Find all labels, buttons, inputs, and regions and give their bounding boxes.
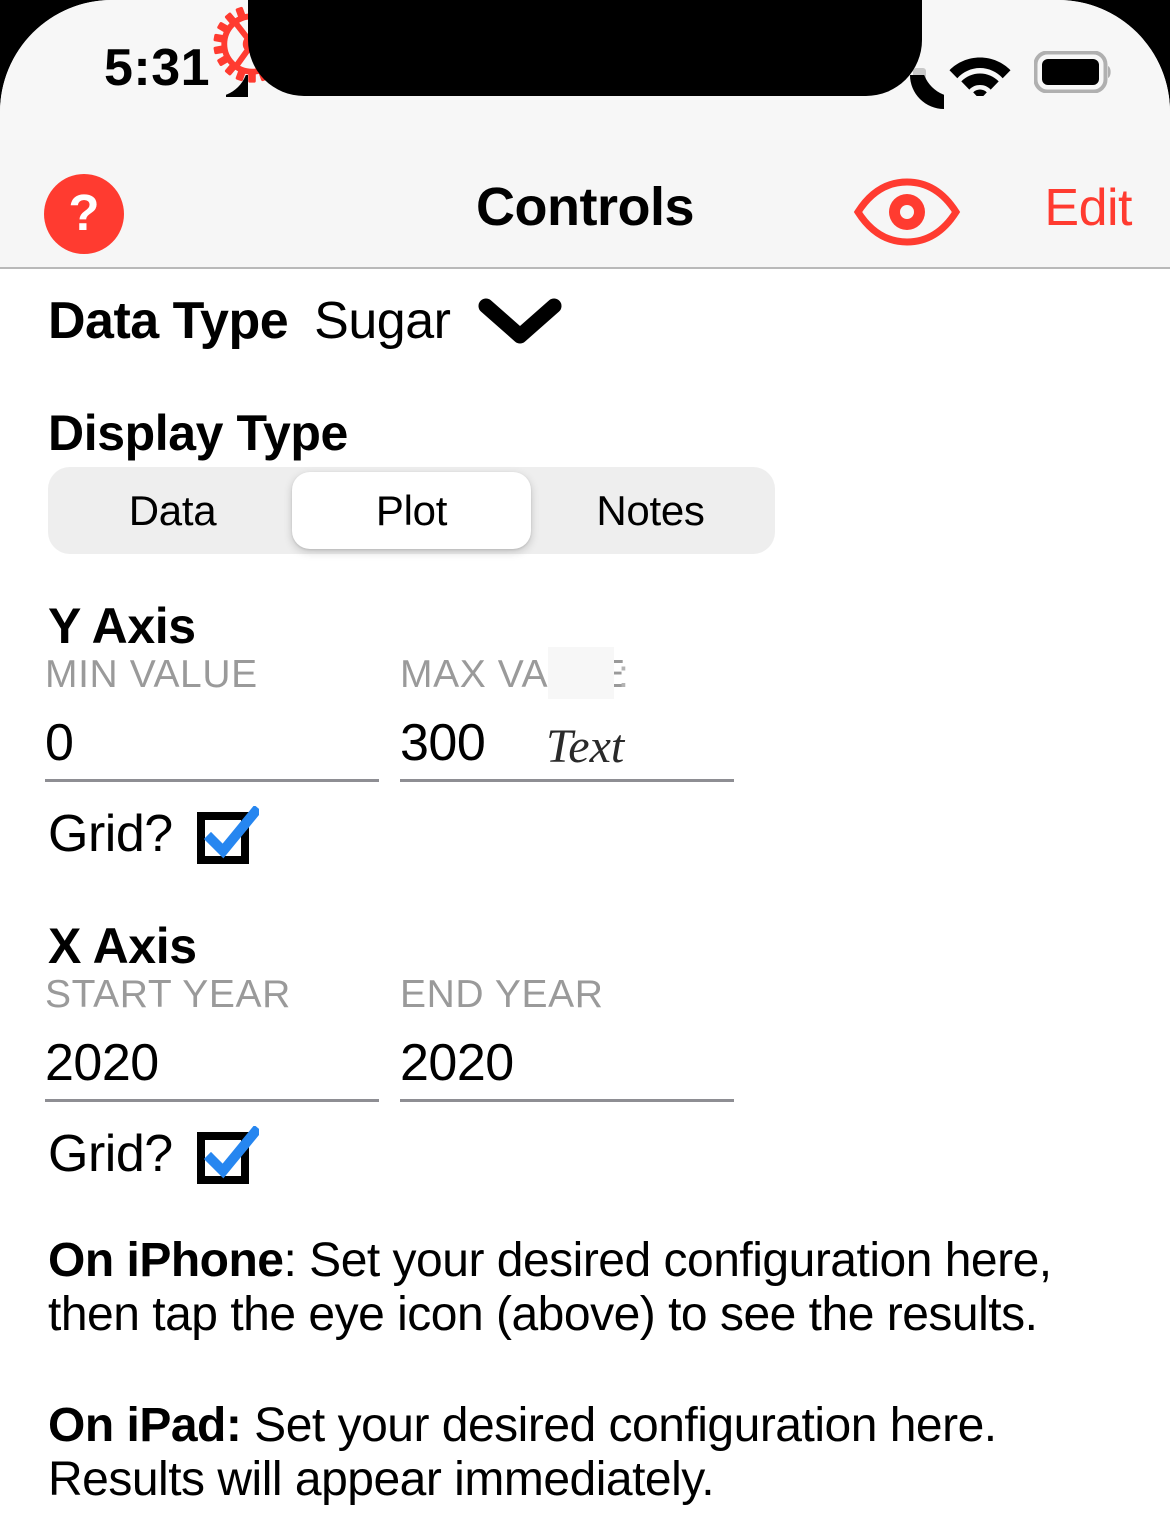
x-start-underline	[45, 1099, 379, 1102]
data-type-value[interactable]: Sugar	[314, 291, 451, 351]
y-max-caption-mark: :	[618, 653, 629, 696]
y-axis-grid-toggle[interactable]: Grid?	[48, 804, 262, 864]
y-min-caption: MIN VALUE	[45, 653, 258, 696]
status-clock: 5:31	[104, 39, 211, 97]
notch	[248, 0, 922, 96]
y-axis-heading: Y Axis	[48, 598, 196, 654]
x-axis-grid-toggle[interactable]: Grid?	[48, 1124, 262, 1184]
y-min-field-group: MIN VALUE 0	[45, 653, 379, 782]
x-axis-heading: X Axis	[48, 918, 197, 974]
tab-notes[interactable]: Notes	[531, 472, 770, 549]
caption-occlusion-overlay	[548, 647, 614, 699]
edit-button[interactable]: Edit	[1044, 178, 1132, 238]
note-iphone-bold: On iPhone	[48, 1234, 284, 1287]
x-start-field-group: START YEAR 2020	[45, 973, 379, 1102]
note-ipad: On iPad: Set your desired configuration …	[48, 1399, 1098, 1507]
x-end-caption: END YEAR	[400, 973, 604, 1016]
y-max-field-group: MAX VALUE : 300 Text	[400, 647, 734, 782]
status-bar: 5:31	[0, 0, 1170, 140]
note-ipad-bold: On iPad:	[48, 1399, 242, 1452]
display-type-segmented-control[interactable]: Data Plot Notes	[48, 467, 775, 554]
chevron-down-icon[interactable]	[478, 298, 562, 344]
page-title: Controls	[476, 177, 695, 237]
y-min-underline	[45, 779, 379, 782]
x-grid-checkbox[interactable]	[196, 1124, 262, 1184]
y-min-input[interactable]: 0	[45, 713, 379, 775]
tab-data[interactable]: Data	[53, 472, 292, 549]
data-type-label: Data Type	[48, 292, 289, 350]
x-start-input[interactable]: 2020	[45, 1033, 379, 1095]
x-grid-label: Grid?	[48, 1125, 173, 1183]
tab-plot[interactable]: Plot	[292, 472, 531, 549]
x-end-input[interactable]: 2020	[400, 1033, 734, 1095]
iphone-screen: 5:31 ? Controls Edit Data Type Sugar Dis…	[0, 0, 1170, 1532]
wifi-icon	[947, 48, 1013, 101]
y-max-underline	[400, 779, 734, 782]
data-type-row: Data Type Sugar	[48, 291, 562, 351]
x-start-caption: START YEAR	[45, 973, 291, 1016]
y-max-caption-wrap: MAX VALUE :	[400, 647, 629, 699]
y-grid-label: Grid?	[48, 805, 173, 863]
eye-icon[interactable]	[852, 176, 962, 248]
battery-icon	[1033, 50, 1114, 98]
navigation-bar: ? Controls Edit	[0, 5, 1170, 269]
y-grid-checkbox[interactable]	[196, 804, 262, 864]
note-iphone: On iPhone: Set your desired configuratio…	[48, 1234, 1098, 1342]
x-end-underline	[400, 1099, 734, 1102]
controls-form: Data Type Sugar Display Type Data Plot N…	[0, 269, 1170, 1532]
x-end-field-group: END YEAR 2020	[400, 973, 734, 1102]
y-max-ghost-text: Text	[546, 720, 625, 773]
display-type-heading: Display Type	[48, 405, 348, 461]
